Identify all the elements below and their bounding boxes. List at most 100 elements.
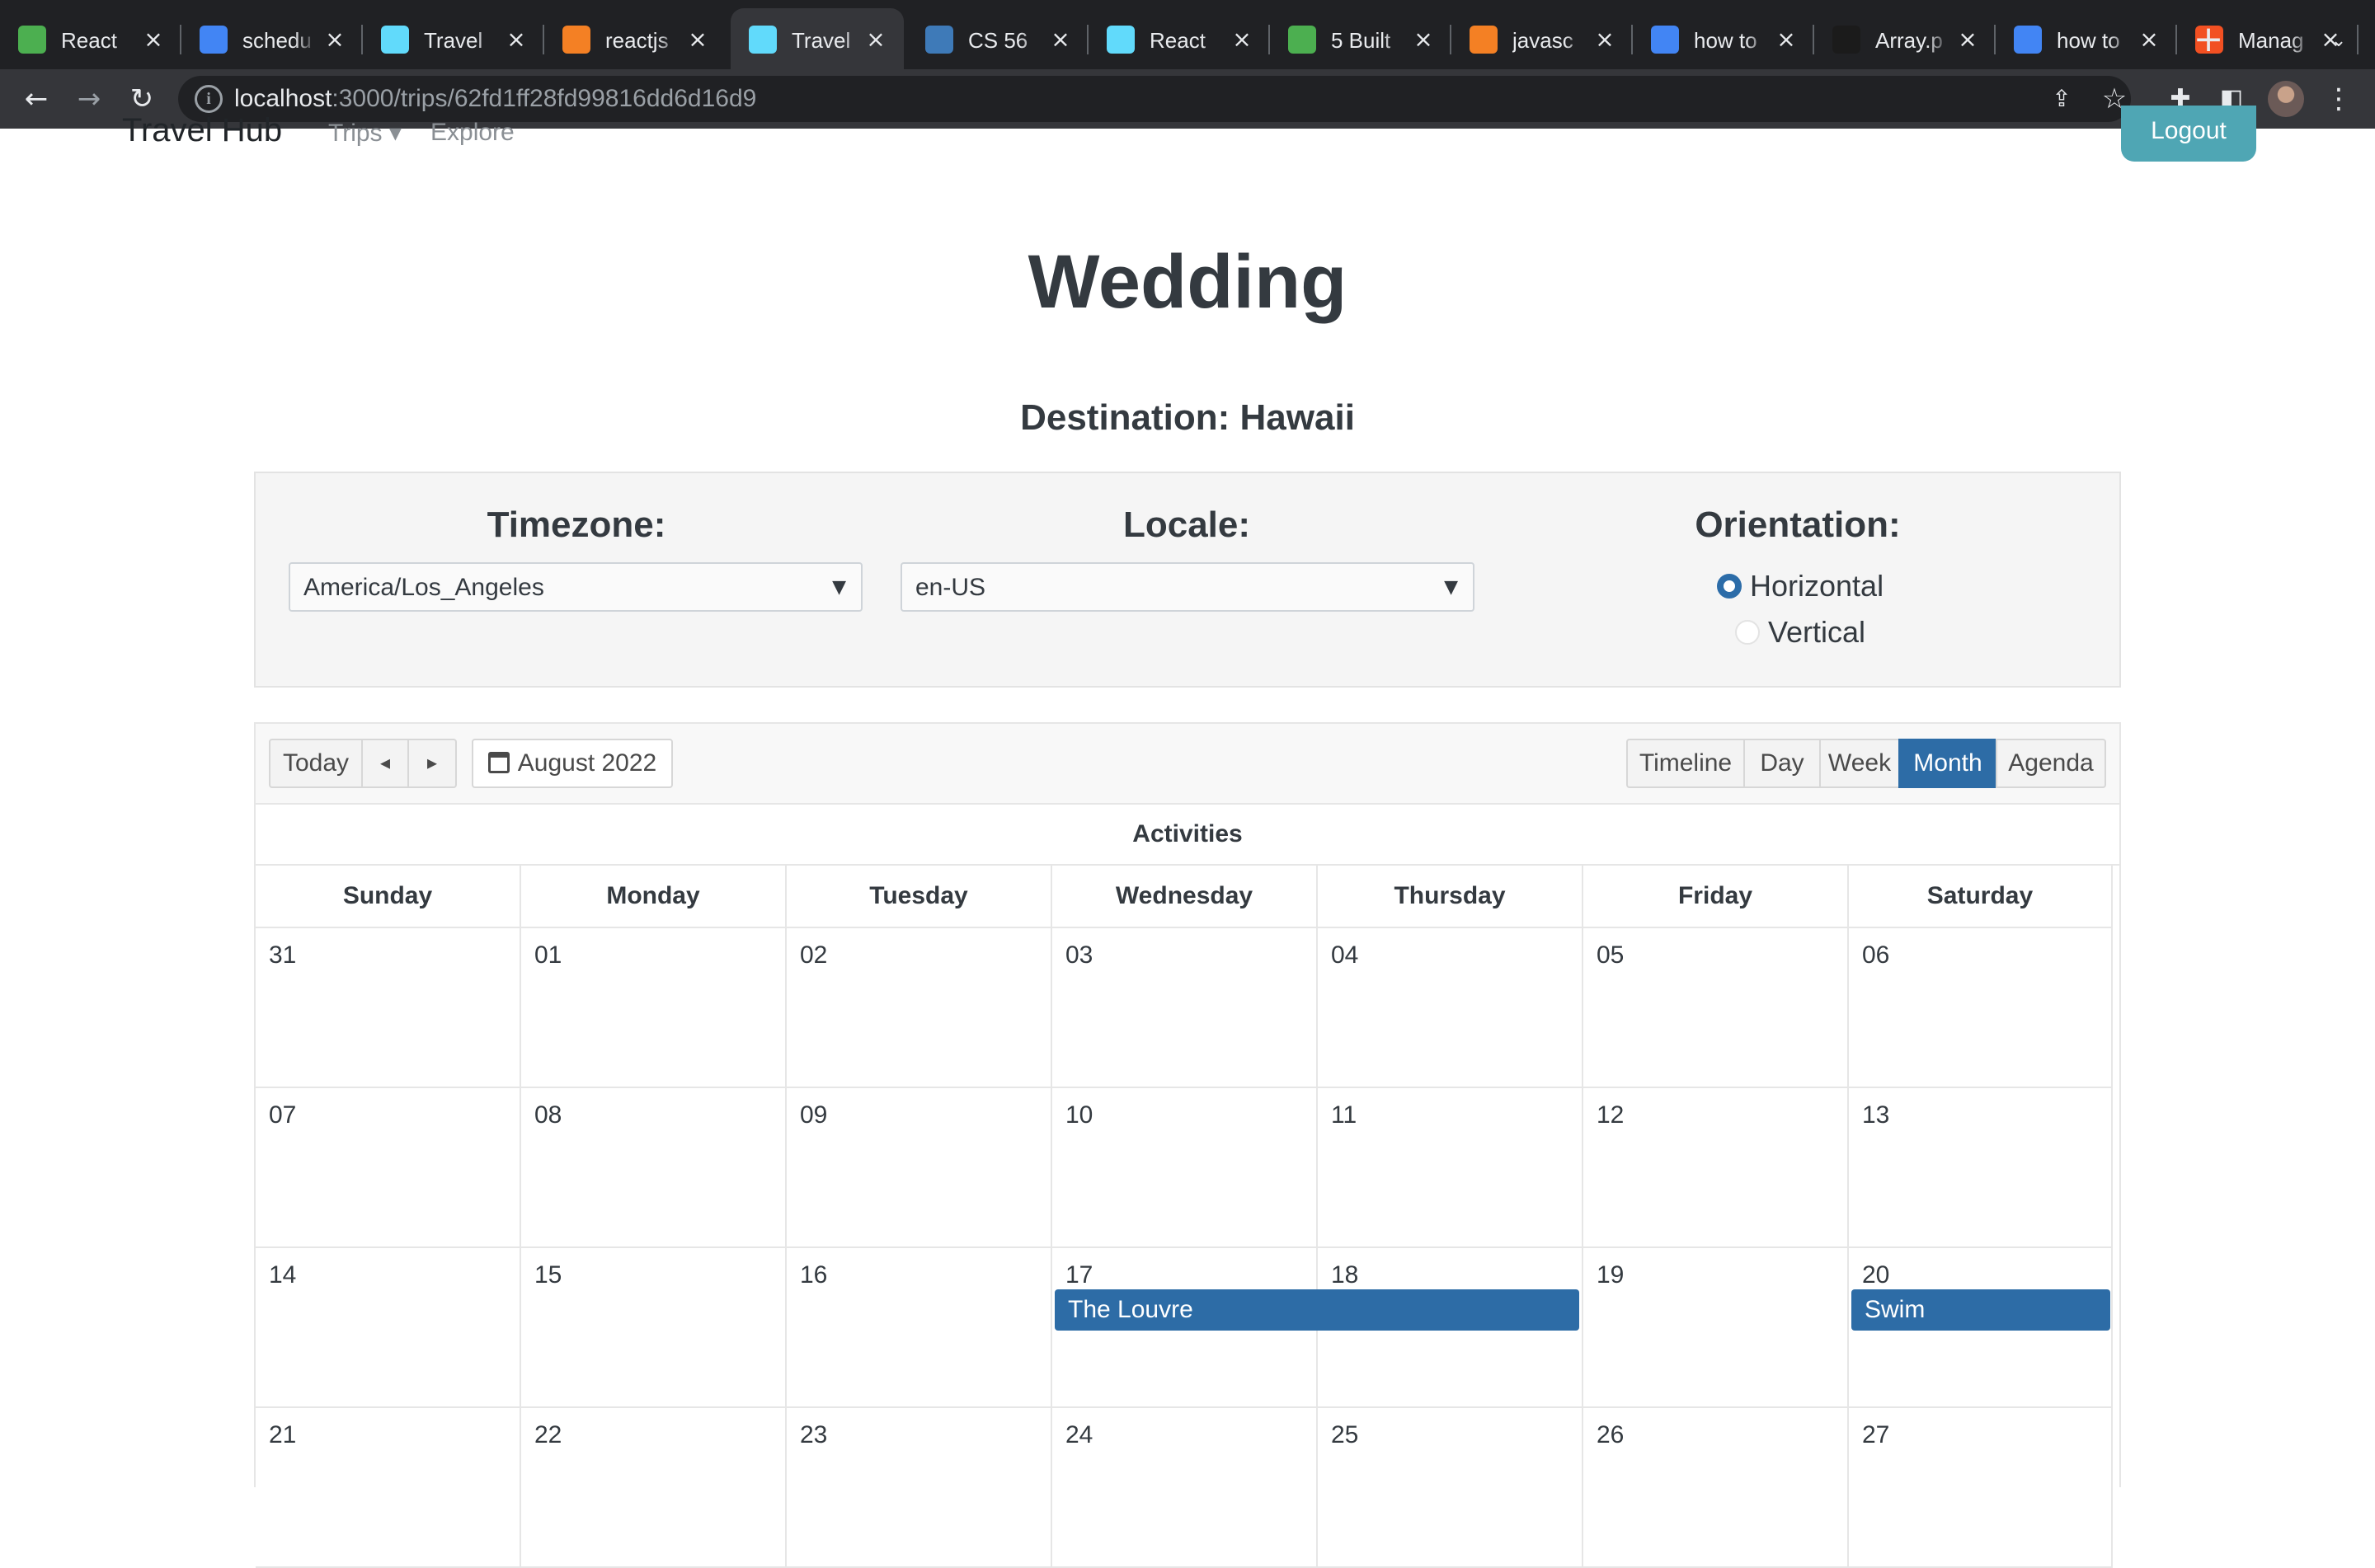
day-cell[interactable]: 23 — [787, 1408, 1052, 1568]
close-tab-icon[interactable]: × — [139, 25, 168, 54]
close-tab-icon[interactable]: × — [1046, 25, 1075, 54]
day-cell[interactable]: 10 — [1052, 1088, 1318, 1248]
weekday-header: Tuesday — [787, 866, 1052, 928]
profile-avatar[interactable] — [2268, 81, 2304, 117]
tab-title: how to — [1694, 28, 1757, 53]
browser-tab[interactable]: Array.p × — [1814, 8, 1996, 69]
day-cell[interactable]: 06 — [1849, 928, 2113, 1088]
close-tab-icon[interactable]: × — [2134, 25, 2164, 54]
nav-trips-dropdown[interactable]: Trips ▾ — [328, 119, 402, 148]
orientation-horizontal-radio[interactable] — [1717, 574, 1742, 599]
browser-tab[interactable]: CS 56 × — [907, 8, 1089, 69]
close-tab-icon[interactable]: × — [1227, 25, 1257, 54]
orientation-label: Orientation: — [1695, 505, 1901, 545]
current-period-label: August 2022 — [517, 749, 657, 777]
tab-title: React — [1150, 28, 1206, 53]
timezone-select[interactable]: America/Los_Angeles ▼ — [289, 562, 863, 612]
date-picker-button[interactable]: August 2022 — [472, 739, 673, 788]
browser-menu-icon[interactable]: ⋮ — [2319, 79, 2359, 119]
view-button-agenda[interactable]: Agenda — [1996, 739, 2106, 788]
tab-title: Array.p — [1875, 28, 1943, 53]
day-cell[interactable]: 15 — [521, 1248, 787, 1408]
weekday-header: Wednesday — [1052, 866, 1318, 928]
day-cell[interactable]: 09 — [787, 1088, 1052, 1248]
day-cell[interactable]: 27 — [1849, 1408, 2113, 1568]
view-button-month[interactable]: Month — [1898, 739, 1997, 788]
brand-logo-text[interactable]: Travel Hub — [122, 112, 282, 149]
day-number: 14 — [269, 1261, 297, 1289]
browser-tab[interactable]: schedu × — [181, 8, 363, 69]
site-info-icon[interactable]: i — [195, 85, 223, 113]
browser-tab[interactable]: how to × — [1996, 8, 2177, 69]
day-cell[interactable]: 22 — [521, 1408, 787, 1568]
react-atom-icon — [381, 26, 409, 54]
day-number: 19 — [1597, 1261, 1625, 1289]
day-cell[interactable]: 13 — [1849, 1088, 2113, 1248]
back-arrow-icon[interactable]: ← — [16, 79, 56, 119]
browser-tab[interactable]: reactjs × — [544, 8, 726, 69]
day-cell[interactable]: 01 — [521, 928, 787, 1088]
today-button[interactable]: Today — [269, 739, 363, 788]
view-button-timeline[interactable]: Timeline — [1626, 739, 1745, 788]
day-cell[interactable]: 05 — [1583, 928, 1849, 1088]
close-tab-icon[interactable]: × — [861, 25, 891, 54]
resource-group-header: Activities — [256, 805, 2119, 866]
day-cell[interactable]: 08 — [521, 1088, 787, 1248]
day-number: 18 — [1331, 1261, 1359, 1289]
close-tab-icon[interactable]: × — [1590, 25, 1620, 54]
locale-select[interactable]: en-US ▼ — [901, 562, 1474, 612]
day-cell[interactable]: 07 — [256, 1088, 521, 1248]
url-text[interactable]: localhost:3000/trips/62fd1ff28fd99816dd6… — [234, 84, 756, 114]
browser-tab[interactable]: React × — [0, 8, 181, 69]
calendar-event[interactable]: The Louvre — [1055, 1289, 1579, 1331]
close-tab-icon[interactable]: × — [501, 25, 531, 54]
day-cell[interactable]: 19 — [1583, 1248, 1849, 1408]
stackoverflow-icon — [562, 26, 590, 54]
browser-tab[interactable]: Travel × — [731, 8, 904, 69]
browser-tab[interactable]: Travel × — [363, 8, 544, 69]
forward-arrow-icon[interactable]: → — [69, 79, 109, 119]
mdn-icon — [1832, 26, 1860, 54]
browser-tab[interactable]: javasc × — [1451, 8, 1633, 69]
day-number: 22 — [534, 1421, 562, 1448]
orientation-vertical-radio[interactable] — [1735, 620, 1760, 645]
calendar-event[interactable]: Swim — [1851, 1289, 2110, 1331]
dropdown-caret-icon: ▼ — [1444, 577, 1458, 598]
view-button-day[interactable]: Day — [1743, 739, 1821, 788]
close-tab-icon[interactable]: × — [1953, 25, 1982, 54]
close-tab-icon[interactable]: × — [1771, 25, 1801, 54]
browser-tab[interactable]: 5 Built × — [1270, 8, 1451, 69]
day-cell[interactable]: 12 — [1583, 1088, 1849, 1248]
day-cell[interactable]: 16 — [787, 1248, 1052, 1408]
day-cell[interactable]: 02 — [787, 928, 1052, 1088]
day-number: 12 — [1597, 1101, 1625, 1129]
tab-title: React — [61, 28, 117, 53]
day-cell[interactable]: 24 — [1052, 1408, 1318, 1568]
close-tab-icon[interactable]: × — [320, 25, 350, 54]
browser-tab[interactable]: React × — [1089, 8, 1270, 69]
tab-search-chevron-icon[interactable]: ⌄ — [2322, 25, 2355, 58]
close-tab-icon[interactable]: × — [1409, 25, 1438, 54]
day-cell[interactable]: 21 — [256, 1408, 521, 1568]
day-cell[interactable]: 31 — [256, 928, 521, 1088]
prev-arrow-icon[interactable]: ◂ — [361, 739, 409, 788]
tab-title: schedu — [242, 28, 312, 53]
share-icon[interactable]: ⇪ — [2042, 79, 2081, 119]
logout-button[interactable]: Logout — [2121, 106, 2256, 162]
orientation-vertical-label[interactable]: Vertical — [1768, 615, 1865, 650]
day-cell[interactable]: 14 — [256, 1248, 521, 1408]
weekday-header: Monday — [521, 866, 787, 928]
browser-tab[interactable]: how to × — [1633, 8, 1814, 69]
tab-title: Travel — [424, 28, 483, 53]
day-cell[interactable]: 03 — [1052, 928, 1318, 1088]
new-tab-icon[interactable]: + — [2190, 21, 2227, 58]
day-cell[interactable]: 11 — [1318, 1088, 1583, 1248]
next-arrow-icon[interactable]: ▸ — [407, 739, 457, 788]
day-cell[interactable]: 04 — [1318, 928, 1583, 1088]
orientation-horizontal-label[interactable]: Horizontal — [1750, 569, 1884, 603]
view-button-week[interactable]: Week — [1819, 739, 1900, 788]
day-cell[interactable]: 25 — [1318, 1408, 1583, 1568]
nav-explore-link[interactable]: Explore — [430, 119, 515, 147]
close-tab-icon[interactable]: × — [683, 25, 712, 54]
day-cell[interactable]: 26 — [1583, 1408, 1849, 1568]
